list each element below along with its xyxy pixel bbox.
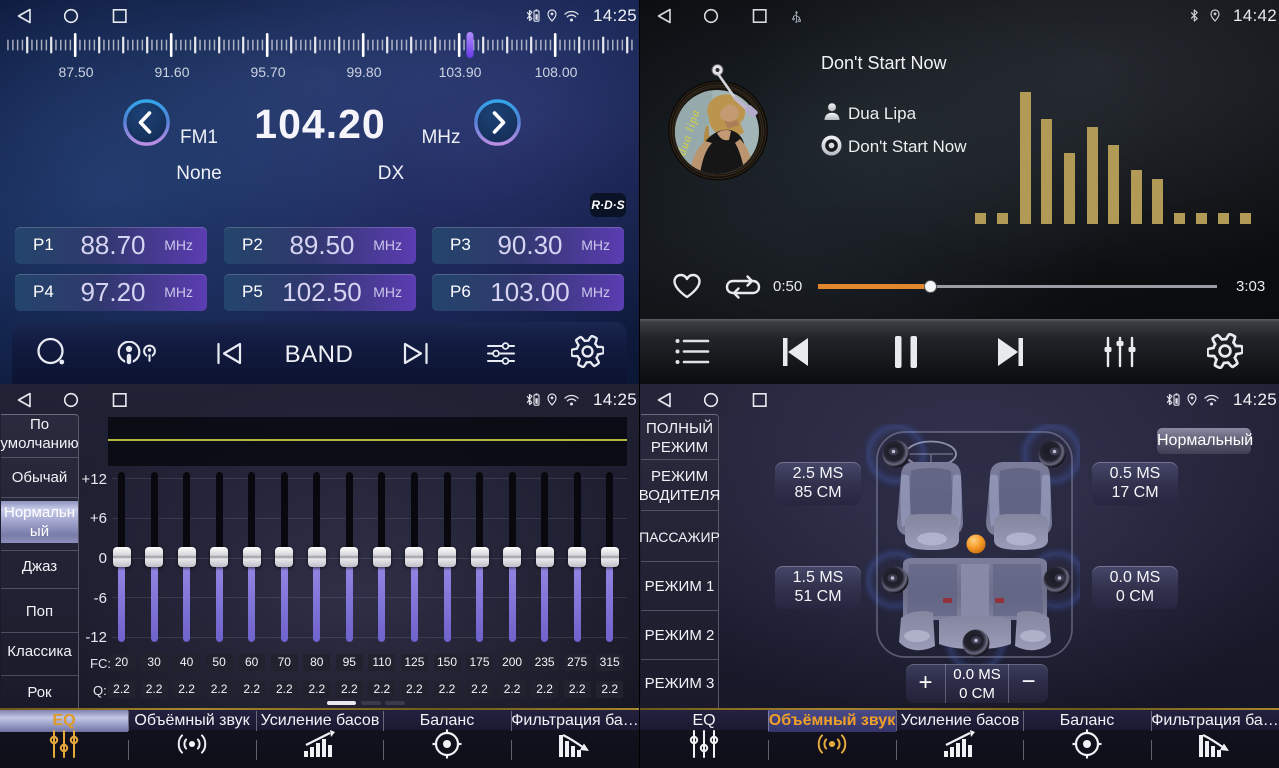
svg-text:91.60: 91.60 xyxy=(154,64,189,80)
svg-text:99.80: 99.80 xyxy=(346,64,381,80)
svg-text:103.90: 103.90 xyxy=(439,64,482,80)
svg-text:95.70: 95.70 xyxy=(250,64,285,80)
svg-text:87.50: 87.50 xyxy=(58,64,93,80)
svg-text:108.00: 108.00 xyxy=(535,64,578,80)
